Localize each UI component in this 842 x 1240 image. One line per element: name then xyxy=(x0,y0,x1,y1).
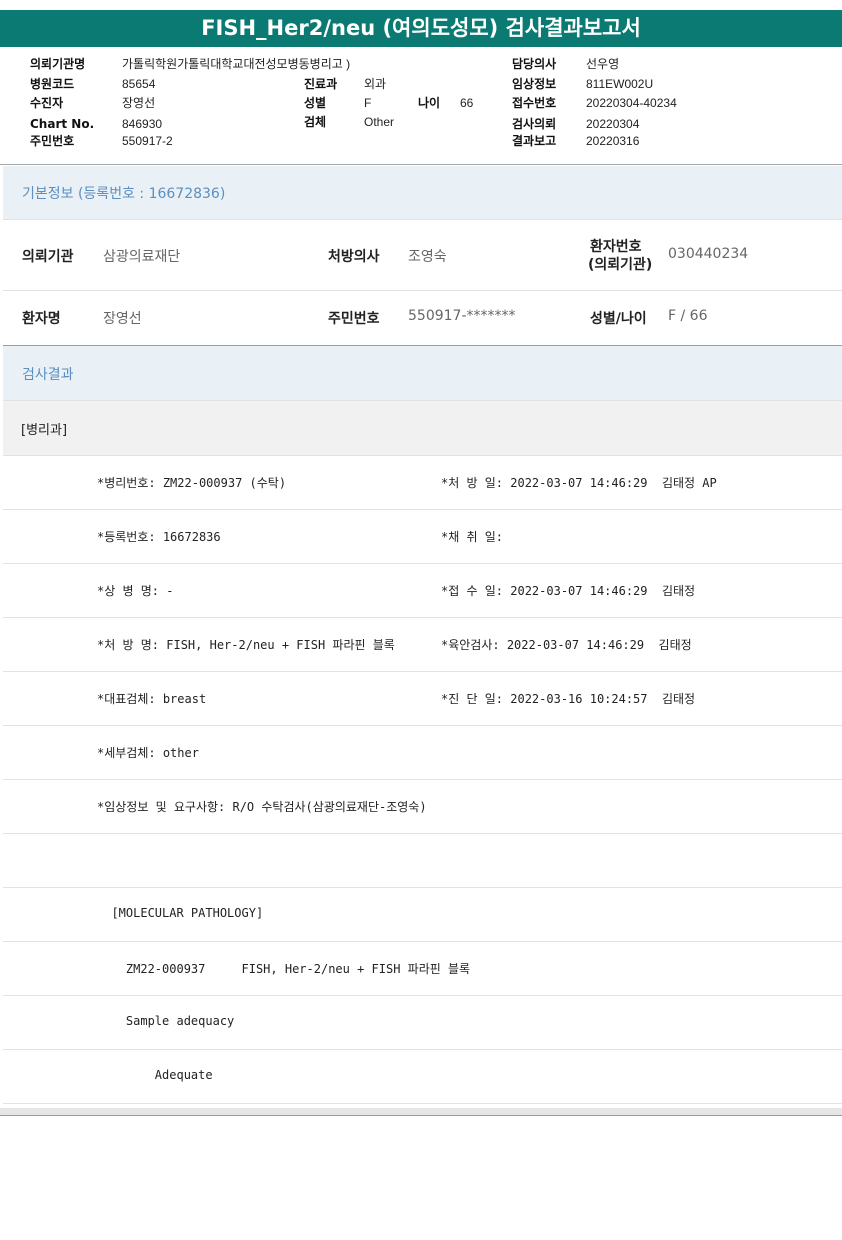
result-row-left: *처 방 명: FISH, Her-2/neu + FISH 파라핀 블록 xyxy=(97,638,395,652)
divider xyxy=(3,219,842,220)
requesting-org-value: 삼광의료재단 xyxy=(103,249,181,265)
age-value: 66 xyxy=(460,96,474,110)
patient-no-label: 환자번호 xyxy=(590,239,642,255)
examinee-value: 장영선 xyxy=(122,96,156,110)
result-row-left: *대표검체: breast xyxy=(97,692,207,706)
sex-value: F xyxy=(364,96,372,110)
divider xyxy=(3,290,842,291)
sex-age-label: 성별/나이 xyxy=(590,311,647,327)
rrn-label: 주민번호 xyxy=(30,134,75,148)
rrn-value: 550917-2 xyxy=(122,134,173,148)
dept-value: 외과 xyxy=(364,77,387,91)
rrn-value-basic: 550917-******* xyxy=(408,308,516,324)
report-title: FISH_Her2/neu (여의도성모) 검사결과보고서 xyxy=(0,10,842,47)
patient-no-value: 030440234 xyxy=(668,246,749,262)
sex-age-value: F / 66 xyxy=(668,308,708,324)
result-row: *병리번호: ZM22-000937 (수탁) *처 방 일: 2022-03-0… xyxy=(0,455,842,510)
result-row-left: [MOLECULAR PATHOLOGY] xyxy=(97,906,264,920)
prescriber-value: 조영숙 xyxy=(408,249,447,265)
result-row-right: *처 방 일: 2022-03-07 14:46:29 김태정 AP xyxy=(441,476,717,490)
specimen-label: 검체 xyxy=(304,115,327,129)
results-header: 검사결과 xyxy=(3,346,842,400)
bottom-divider xyxy=(0,1115,842,1116)
result-row-left: *임상정보 및 요구사항: R/O 수탁검사(삼광의료재단-조영숙) xyxy=(97,800,427,814)
institution-label: 의뢰기관명 xyxy=(30,57,86,71)
requesting-org-label: 의뢰기관 xyxy=(22,249,74,265)
result-row: [MOLECULAR PATHOLOGY] xyxy=(0,887,842,942)
sex-label: 성별 xyxy=(304,96,327,110)
dept-label: 진료과 xyxy=(304,77,338,91)
chart-no-value: 846930 xyxy=(122,117,163,131)
result-row-right: *육안검사: 2022-03-07 14:46:29 김태정 xyxy=(441,638,692,652)
result-row: ZM22-000937 FISH, Her-2/neu + FISH 파라핀 블… xyxy=(0,941,842,996)
report-date-value: 20220316 xyxy=(586,134,640,148)
result-row: *대표검체: breast *진 단 일: 2022-03-16 10:24:57… xyxy=(0,671,842,726)
specimen-value: Other xyxy=(364,115,395,129)
pathology-dept-label: [병리과] xyxy=(21,423,68,438)
report-date-label: 결과보고 xyxy=(512,134,557,148)
result-row: *세부검체: other xyxy=(0,725,842,780)
receipt-no-label: 접수번호 xyxy=(512,96,557,110)
result-row-left: Sample adequacy xyxy=(97,1014,235,1028)
age-label: 나이 xyxy=(418,96,441,110)
institution-value: 가톨릭학원가톨릭대학교대전성모병동병리고 ) xyxy=(122,57,351,71)
examinee-label: 수진자 xyxy=(30,96,64,110)
result-row: *임상정보 및 요구사항: R/O 수탁검사(삼광의료재단-조영숙) xyxy=(0,779,842,834)
result-row: *상 병 명: - *접 수 일: 2022-03-07 14:46:29 김태정 xyxy=(0,563,842,618)
rrn-label-basic: 주민번호 xyxy=(328,311,380,327)
hospital-code-label: 병원코드 xyxy=(30,77,75,91)
result-row: Sample adequacy xyxy=(0,995,842,1050)
divider xyxy=(3,1103,842,1104)
result-row-left: ZM22-000937 FISH, Her-2/neu + FISH 파라핀 블… xyxy=(97,962,471,976)
basic-info-heading: 기본정보 (등록번호 : 16672836) xyxy=(22,186,226,202)
request-date-value: 20220304 xyxy=(586,117,640,131)
result-row-right: *채 취 일: xyxy=(441,530,504,544)
result-row-left: Adequate xyxy=(97,1068,213,1082)
request-date-label: 검사의뢰 xyxy=(512,117,557,131)
patient-name-value: 장영선 xyxy=(103,311,142,327)
clinical-info-label: 임상정보 xyxy=(512,77,557,91)
receipt-no-value: 20220304-40234 xyxy=(586,96,677,110)
hospital-code-value: 85654 xyxy=(122,77,156,91)
header-divider xyxy=(0,164,842,165)
result-row-right: *진 단 일: 2022-03-16 10:24:57 김태정 xyxy=(441,692,696,706)
results-heading: 검사결과 xyxy=(22,367,74,383)
clinical-info-value: 811EW002U xyxy=(586,77,654,91)
chart-no-label: Chart No. xyxy=(30,117,95,131)
pathology-dept-bar: [병리과] xyxy=(3,401,842,455)
bottom-band xyxy=(0,1108,842,1115)
doctor-label: 담당의사 xyxy=(512,57,557,71)
prescriber-label: 처방의사 xyxy=(328,249,380,265)
result-row-left: *병리번호: ZM22-000937 (수탁) xyxy=(97,476,287,490)
result-row xyxy=(0,833,842,888)
patient-no-label-sub: (의뢰기관) xyxy=(588,257,653,273)
result-row: *등록번호: 16672836 *채 취 일: xyxy=(0,509,842,564)
result-row-right: *접 수 일: 2022-03-07 14:46:29 김태정 xyxy=(441,584,696,598)
doctor-value: 선우영 xyxy=(586,57,620,71)
result-row: *처 방 명: FISH, Her-2/neu + FISH 파라핀 블록 *육안… xyxy=(0,617,842,672)
result-row-left: *등록번호: 16672836 xyxy=(97,530,221,544)
result-row-left: *상 병 명: - xyxy=(97,584,174,598)
patient-name-label: 환자명 xyxy=(22,311,61,327)
basic-info-header: 기본정보 (등록번호 : 16672836) xyxy=(3,166,842,219)
result-row-left: *세부검체: other xyxy=(97,746,199,760)
result-row: Adequate xyxy=(0,1049,842,1104)
